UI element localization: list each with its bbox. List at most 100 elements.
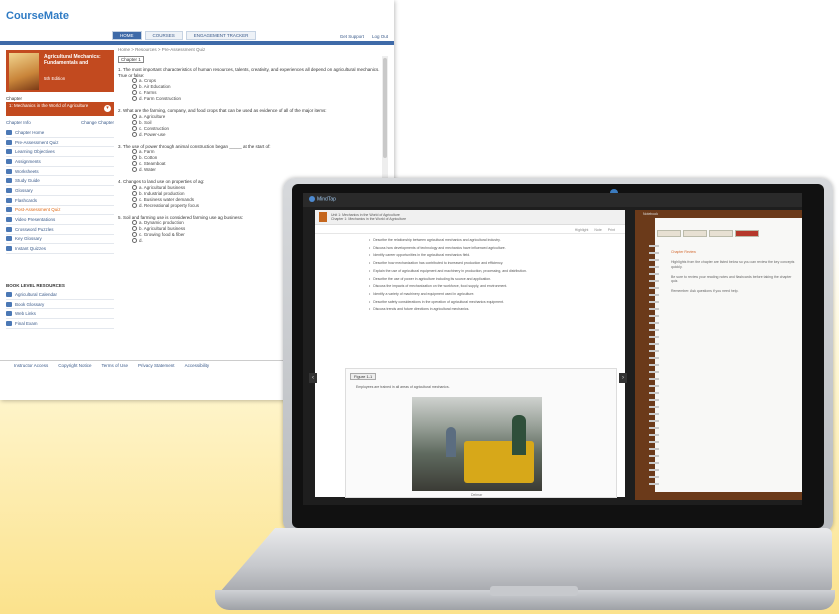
scrollbar-thumb[interactable] <box>383 58 387 158</box>
chapter-info-link[interactable]: Chapter Info <box>6 120 31 125</box>
note-tool[interactable]: Note <box>594 228 601 232</box>
sidebar-item[interactable]: Study Guide <box>6 176 114 187</box>
figure-photo[interactable] <box>412 397 542 491</box>
notebook-paragraph: Be sure to review your reading notes and… <box>671 274 792 284</box>
footer-link[interactable]: Terms of Use <box>102 363 129 368</box>
footer-link[interactable]: Accessibility <box>185 363 210 368</box>
sidebar-item[interactable]: Post-Assessment Quiz <box>6 206 114 216</box>
nav-item-icon <box>6 311 12 317</box>
nav-item-icon <box>6 301 12 307</box>
print-tool[interactable]: Print <box>608 228 615 232</box>
laptop-screen: MindTap Unit 1: Mechanics in the World o… <box>303 193 802 505</box>
sidebar-item[interactable]: Agricultural Calendar <box>6 290 114 300</box>
nav-item-icon <box>6 139 12 145</box>
book-banner: Agricultural Mechanics: Fundamentals and… <box>6 50 114 92</box>
notebook-tab[interactable] <box>657 230 681 237</box>
top-links: Get Support Log Out <box>340 34 388 39</box>
sidebar-item[interactable]: Flashcards <box>6 196 114 206</box>
laptop-base <box>220 528 832 592</box>
reader-toolbar: Highlight Note Print <box>315 226 625 234</box>
mindtap-app-name: MindTap <box>317 196 336 203</box>
mindtap-logo[interactable]: MindTap <box>309 196 336 202</box>
sidebar-item-label: Worksheets <box>15 168 39 174</box>
nav-item-icon <box>6 158 12 164</box>
notebook-tabs <box>657 230 759 237</box>
sidebar-item[interactable]: Assignments <box>6 157 114 167</box>
trackpad <box>490 586 578 596</box>
sidebar-item[interactable]: Pre-Assessment Quiz <box>6 138 114 148</box>
sidebar-item-label: Book Glossary <box>15 301 45 307</box>
get-support-link[interactable]: Get Support <box>340 34 364 39</box>
objective-item: Discuss the impacts of mechanization on … <box>369 284 609 288</box>
mindtap-topbar: MindTap <box>303 193 802 207</box>
chevron-down-icon[interactable]: ▾ <box>104 105 111 112</box>
mindtap-logo-icon <box>309 196 315 202</box>
reader-panel: Unit 1: Mechanics in the World of Agricu… <box>315 210 625 498</box>
book-resources-heading: BOOK LEVEL RESOURCES <box>6 283 65 288</box>
sidebar-item-label: Assignments <box>15 158 41 164</box>
sidebar-item[interactable]: Worksheets <box>6 167 114 177</box>
sidebar-item[interactable]: Key Glossary <box>6 235 114 245</box>
sidebar-item[interactable]: Video Presentations <box>6 215 114 225</box>
next-page-icon[interactable]: › <box>619 373 627 383</box>
sidebar-item-label: Agricultural Calendar <box>15 291 58 297</box>
objectives-list: Describe the relationship between agricu… <box>369 238 609 315</box>
notebook-tab[interactable] <box>709 230 733 237</box>
nav-item-icon <box>6 187 12 193</box>
objective-item: Discuss trends and future directions in … <box>369 307 609 311</box>
tab-home[interactable]: HOME <box>112 31 142 40</box>
sidebar-item-label: Post-Assessment Quiz <box>15 207 61 213</box>
answer-option[interactable]: d. Farm Construction <box>132 96 380 102</box>
sidebar-item-label: Pre-Assessment Quiz <box>15 139 59 145</box>
objective-item: Identify career opportunities in the agr… <box>369 253 609 257</box>
notebook-tab[interactable] <box>683 230 707 237</box>
tab-courses[interactable]: COURSES <box>144 31 183 40</box>
photo-person-left <box>446 427 456 457</box>
coursemate-logo[interactable]: CourseMate <box>6 10 69 22</box>
sidebar-item[interactable]: Web Links <box>6 309 114 320</box>
sidebar-item-label: Key Glossary <box>15 236 42 242</box>
chapter-links: Chapter Info Change Chapter <box>6 120 114 125</box>
nav-item-icon <box>6 207 12 213</box>
footer-link[interactable]: Copyright Notice <box>58 363 91 368</box>
quiz-question: 3. The use of power through animal const… <box>118 144 380 174</box>
quiz-heading: Chapter 1 <box>118 56 144 63</box>
sidebar-item[interactable]: Final Exam <box>6 319 114 329</box>
chapter-resources-nav: Chapter Home Pre-Assessment Quiz Learning … <box>6 128 114 254</box>
sidebar-item[interactable]: Chapter Home <box>6 128 114 138</box>
figure-credit: Delmar <box>471 493 483 497</box>
sidebar-item[interactable]: Book Glossary <box>6 300 114 310</box>
answer-option[interactable]: d. Water <box>132 167 380 173</box>
footer-link[interactable]: Instructor Access <box>14 363 48 368</box>
nav-item-icon <box>6 168 12 174</box>
nav-item-icon <box>6 226 12 232</box>
notebook-paragraph: Highlights from the chapter are listed b… <box>671 260 795 269</box>
header-bar <box>0 41 394 45</box>
figure-tab[interactable]: Figure 1-1 <box>350 373 377 380</box>
sidebar-item-label: Crossword Puzzles <box>15 226 54 232</box>
notebook-heading: Chapter Review <box>671 250 696 254</box>
notebook-paragraph: Remember: Ask questions if you need help… <box>671 289 739 294</box>
book-thumbnail <box>319 212 327 222</box>
top-tabs: HOME COURSES ENGAGEMENT TRACKER <box>112 31 257 40</box>
notebook-tab-active[interactable] <box>735 230 759 237</box>
tab-engagement-tracker[interactable]: ENGAGEMENT TRACKER <box>185 31 257 40</box>
nav-item-icon <box>6 149 12 155</box>
sidebar-item[interactable]: Glossary <box>6 186 114 196</box>
breadcrumb[interactable]: Home > Resources > Pre-Assessment Quiz <box>118 47 205 52</box>
change-chapter-link[interactable]: Change Chapter <box>81 120 114 125</box>
sidebar-item[interactable]: Crossword Puzzles <box>6 225 114 235</box>
objective-item: Describe the use of power in agriculture… <box>369 277 609 281</box>
footer-link[interactable]: Privacy Statement <box>138 363 175 368</box>
book-resources-nav: Agricultural Calendar Book Glossary Web Li… <box>6 290 114 329</box>
highlight-tool[interactable]: Highlight <box>575 228 589 232</box>
prev-page-icon[interactable]: ‹ <box>309 373 317 383</box>
objective-item: Discuss how developments of technology a… <box>369 246 609 250</box>
answer-option[interactable]: d. Power-use <box>132 132 380 138</box>
sidebar-item[interactable]: Learning Objectives <box>6 147 114 158</box>
logout-link[interactable]: Log Out <box>372 34 388 39</box>
chapter-value: 1: Mechanics in the World of Agriculture <box>9 103 89 108</box>
notebook-content: Chapter Review Highlights from the chapt… <box>671 250 797 300</box>
sidebar-item[interactable]: Instant Quizzes <box>6 244 114 254</box>
chapter-select[interactable]: 1: Mechanics in the World of Agriculture… <box>6 102 114 116</box>
